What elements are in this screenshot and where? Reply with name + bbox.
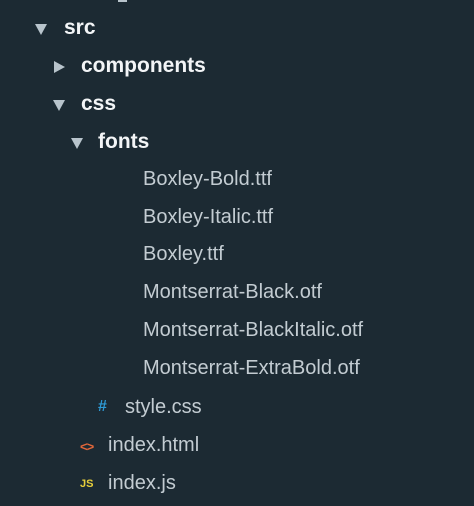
chevron-right-icon[interactable]	[54, 61, 65, 73]
tree-item-style-css[interactable]: # style.css	[0, 389, 474, 427]
js-file-icon: JS	[80, 478, 94, 490]
html-code-icon: <>	[80, 439, 94, 454]
tree-item-fonts[interactable]: fonts	[0, 124, 474, 162]
tree-item-file[interactable]: Montserrat-Black.otf	[0, 274, 474, 312]
css-hash-icon: #	[98, 398, 107, 415]
file-label: Boxley-Bold.ttf	[143, 168, 272, 190]
file-label: Boxley-Italic.ttf	[143, 206, 274, 228]
folder-label-src: src	[64, 16, 96, 39]
file-label-index-html: index.html	[108, 434, 200, 456]
file-label: Montserrat-Black.otf	[143, 281, 322, 303]
folder-label-components: components	[81, 54, 206, 77]
folder-label-fonts: fonts	[98, 130, 150, 153]
tree-item-file[interactable]: Montserrat-BlackItalic.otf	[0, 312, 474, 350]
file-tree: src components css fonts Boxley-Bold.ttf…	[0, 0, 474, 506]
tree-item-index-html[interactable]: <> index.html	[0, 427, 474, 465]
tree-item-src[interactable]: src	[0, 10, 474, 48]
scroll-edge-mark	[118, 0, 127, 2]
tree-item-file[interactable]: Boxley.ttf	[0, 236, 474, 274]
chevron-down-icon[interactable]	[71, 138, 83, 149]
tree-item-file[interactable]: Boxley-Italic.ttf	[0, 199, 474, 237]
chevron-down-icon[interactable]	[53, 100, 65, 111]
tree-item-file[interactable]: Boxley-Bold.ttf	[0, 161, 474, 199]
tree-item-file[interactable]: Montserrat-ExtraBold.otf	[0, 350, 474, 388]
file-label: Montserrat-ExtraBold.otf	[143, 357, 360, 379]
file-label-index-js: index.js	[108, 472, 176, 494]
file-label: Boxley.ttf	[143, 243, 224, 265]
tree-item-css[interactable]: css	[0, 86, 474, 124]
file-label: Montserrat-BlackItalic.otf	[143, 319, 364, 341]
file-label-style-css: style.css	[125, 396, 202, 418]
chevron-down-icon[interactable]	[35, 24, 47, 35]
folder-label-css: css	[81, 92, 117, 115]
tree-item-index-js[interactable]: JS index.js	[0, 465, 474, 503]
tree-item-components[interactable]: components	[0, 48, 474, 86]
